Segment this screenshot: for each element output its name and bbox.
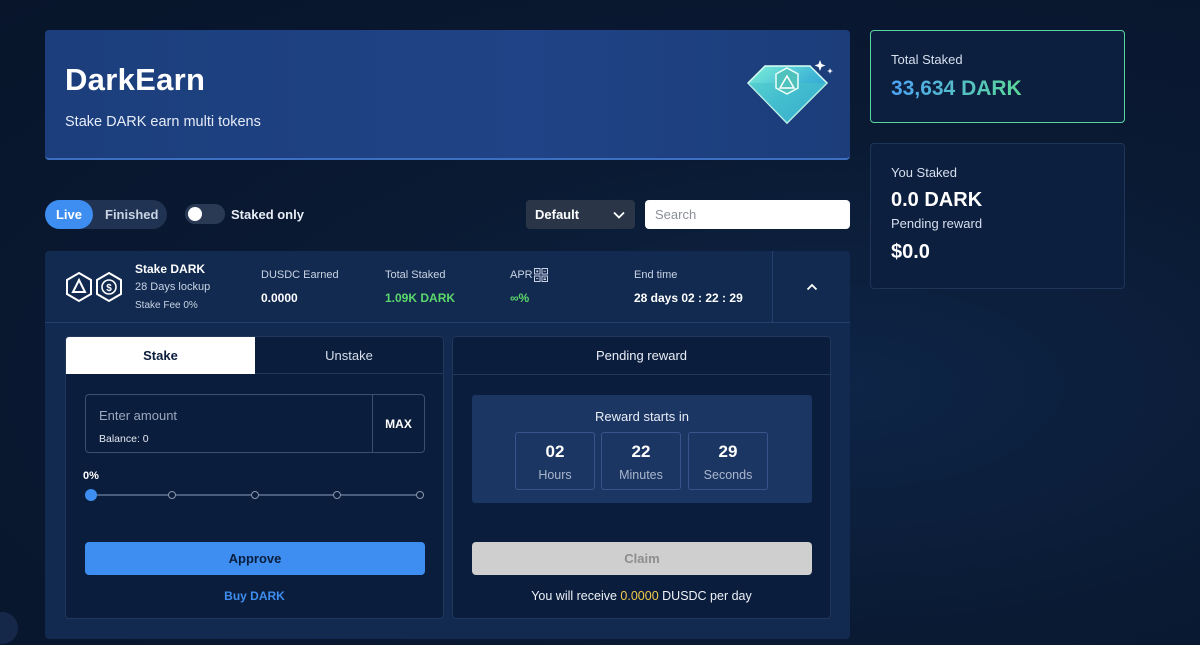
slider-step-100[interactable] [416, 491, 424, 499]
tab-stake[interactable]: Stake [66, 337, 255, 374]
total-staked-card: Total Staked 33,634 DARK [870, 30, 1125, 123]
claim-button[interactable]: Claim [472, 542, 812, 575]
earned-value: 0.0000 [261, 291, 298, 305]
reward-countdown: Reward starts in 02 Hours 22 Minutes 29 … [472, 395, 812, 503]
stake-tabs: Stake Unstake [66, 337, 443, 374]
search-input[interactable] [645, 200, 850, 229]
you-staked-label: You Staked [891, 165, 958, 180]
balance-text: Balance: 0 [99, 433, 149, 445]
max-button[interactable]: MAX [372, 395, 424, 452]
pool-fee: Stake Fee 0% [135, 300, 198, 311]
pool-lockup: 28 Days lockup [135, 281, 211, 293]
approve-button[interactable]: Approve [85, 542, 425, 575]
app-subtitle: Stake DARK earn multi tokens [65, 114, 261, 130]
total-staked-label: Total Staked [891, 52, 963, 67]
staked-only-toggle[interactable] [185, 204, 225, 224]
tab-unstake[interactable]: Unstake [255, 337, 443, 374]
countdown-hours: 02 Hours [515, 432, 595, 490]
floating-widget-button[interactable] [0, 612, 18, 644]
you-staked-value: 0.0 DARK [891, 189, 983, 211]
buy-dark-link[interactable]: Buy DARK [66, 589, 443, 603]
slider-step-50[interactable] [251, 491, 259, 499]
slider-step-75[interactable] [333, 491, 341, 499]
apr-label: APR [510, 269, 533, 281]
calculator-icon[interactable] [534, 268, 548, 282]
pool-name: Stake DARK [135, 262, 206, 276]
tab-live[interactable]: Live [45, 200, 93, 229]
receive-amount: 0.0000 [620, 589, 659, 603]
pending-reward-title: Pending reward [453, 337, 830, 375]
hours-label: Hours [538, 468, 572, 482]
receive-prefix: You will receive [531, 589, 617, 603]
apr-value: ∞% [510, 291, 530, 305]
chevron-up-icon [806, 283, 817, 291]
earned-label: DUSDC Earned [261, 269, 339, 281]
amount-field[interactable]: Enter amount Balance: 0 MAX [85, 394, 425, 453]
seconds-value: 29 [718, 442, 738, 461]
you-staked-card: You Staked 0.0 DARK Pending reward $0.0 [870, 143, 1125, 289]
countdown-minutes: 22 Minutes [601, 432, 681, 490]
stake-percent-slider[interactable] [85, 488, 425, 502]
minutes-value: 22 [631, 442, 651, 461]
pending-reward-panel: Pending reward Reward starts in 02 Hours… [452, 336, 831, 619]
seconds-label: Seconds [703, 468, 753, 482]
total-staked-value: 33,634 DARK [891, 77, 1022, 100]
end-time-label: End time [634, 269, 678, 281]
amount-input-placeholder[interactable]: Enter amount [99, 408, 177, 423]
pool-total-staked-label: Total Staked [385, 269, 446, 281]
diamond-logo-icon [746, 60, 833, 125]
hero-banner: DarkEarn Stake DARK earn multi tokens [45, 30, 850, 160]
app-title: DarkEarn [65, 62, 206, 97]
minutes-label: Minutes [619, 468, 663, 482]
toggle-knob [188, 207, 202, 221]
sort-select[interactable]: Default [526, 200, 635, 229]
stake-panel: Stake Unstake Enter amount Balance: 0 MA… [65, 336, 444, 619]
slider-thumb[interactable] [85, 489, 97, 501]
pending-reward-value: $0.0 [891, 241, 930, 263]
pool-card: $ Stake DARK 28 Days lockup Stake Fee 0%… [45, 251, 850, 639]
end-time-value: 28 days 02 : 22 : 29 [634, 291, 743, 305]
chevron-down-icon [613, 211, 625, 219]
pending-reward-label: Pending reward [891, 216, 983, 231]
staked-only-label: Staked only [231, 207, 304, 222]
countdown-title: Reward starts in [595, 409, 689, 424]
collapse-button[interactable] [772, 251, 850, 323]
receive-info: You will receive 0.0000 DUSDC per day [453, 589, 830, 603]
pool-total-staked-value: 1.09K DARK [385, 291, 456, 305]
sort-selected-value: Default [535, 207, 580, 222]
svg-text:$: $ [106, 283, 112, 294]
receive-suffix: DUSDC per day [662, 589, 752, 603]
dark-dusdc-token-icons: $ [66, 271, 122, 303]
tab-finished[interactable]: Finished [93, 207, 158, 222]
pool-header[interactable]: $ Stake DARK 28 Days lockup Stake Fee 0%… [45, 251, 850, 323]
countdown-seconds: 29 Seconds [688, 432, 768, 490]
stake-percent: 0% [83, 470, 99, 482]
live-finished-switch: Live Finished [45, 200, 167, 229]
hours-value: 02 [545, 442, 565, 461]
slider-step-25[interactable] [168, 491, 176, 499]
